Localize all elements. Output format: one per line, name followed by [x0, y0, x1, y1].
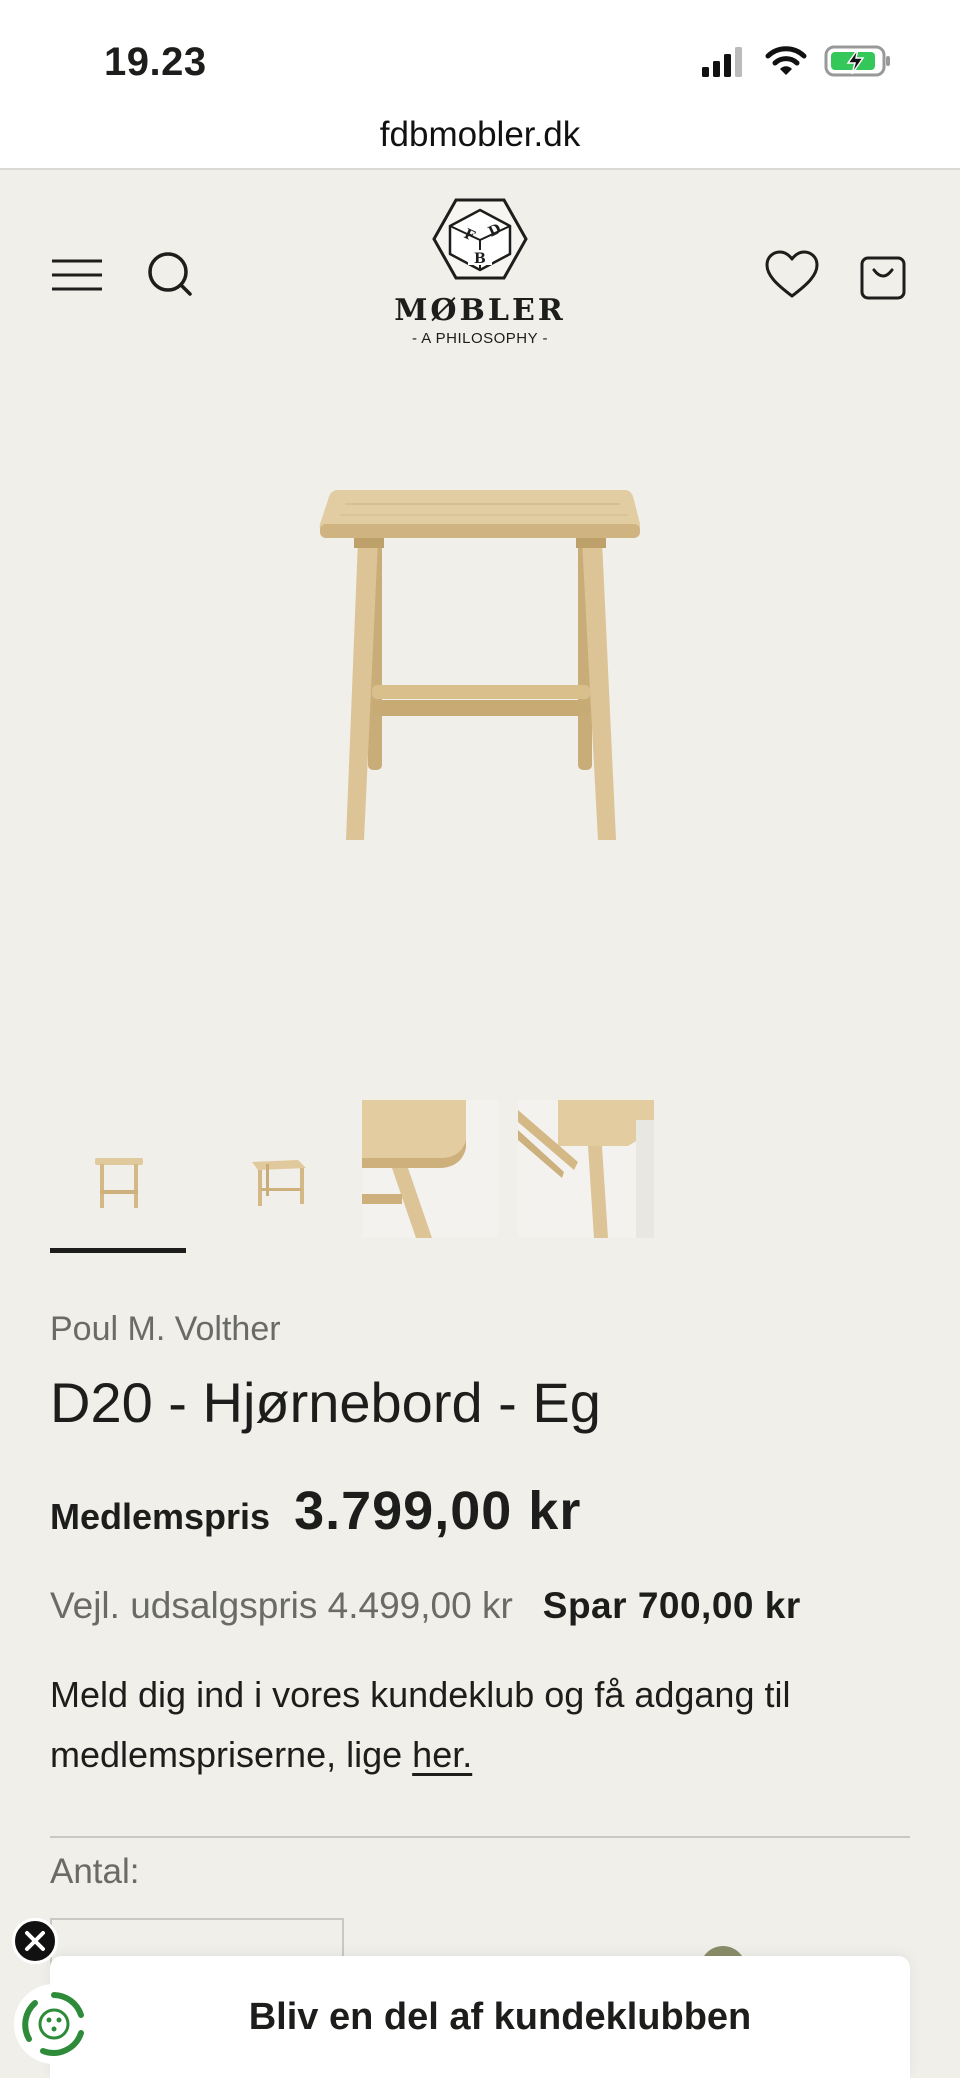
shopping-bag-icon[interactable]: [858, 248, 908, 302]
member-price-value: 3.799,00 kr: [294, 1481, 582, 1541]
thumbnail-corner-detail[interactable]: [362, 1100, 498, 1238]
member-price-label: Medlemspris: [50, 1496, 271, 1537]
product-designer[interactable]: Poul M. Volther: [50, 1310, 281, 1349]
logo-tagline: - A PHILOSOPHY -: [411, 330, 549, 347]
club-signup-link[interactable]: her.: [412, 1734, 472, 1775]
club-info-text: Meld dig ind i vores kundeklub og få adg…: [50, 1665, 890, 1785]
menu-icon[interactable]: [50, 248, 104, 302]
thumbnail-angle-view[interactable]: [206, 1100, 342, 1238]
quantity-label: Antal:: [50, 1852, 140, 1891]
member-price-row: Medlemspris 3.799,00 kr: [50, 1480, 581, 1542]
recommended-price: Vejl. udsalgspris 4.499,00 kr: [50, 1585, 513, 1626]
recommended-price-row: Vejl. udsalgspris 4.499,00 kr Spar 700,0…: [50, 1585, 801, 1627]
close-banner-button[interactable]: [12, 1918, 58, 1964]
battery-charging-icon: [824, 45, 890, 77]
cellular-signal-icon: [702, 47, 742, 77]
heart-icon[interactable]: [764, 248, 820, 302]
thumbnail-leg-detail[interactable]: [518, 1100, 654, 1238]
club-banner[interactable]: Bliv en del af kundeklubben: [50, 1956, 910, 2078]
close-icon: [25, 1931, 45, 1951]
fdb-cube-logo-icon: F D B: [432, 198, 528, 280]
logo-wordmark: MØBLER: [394, 293, 566, 328]
wifi-icon: [765, 46, 807, 75]
product-title: D20 - Hjørnebord - Eg: [50, 1371, 601, 1434]
status-bar: 19.23: [0, 0, 960, 110]
site-logo[interactable]: F D B MØBLER - A PHILOSOPHY -: [380, 196, 580, 347]
loyalty-widget-icon[interactable]: [14, 1984, 94, 2064]
club-banner-text: Bliv en del af kundeklubben: [248, 1995, 752, 2038]
active-thumbnail-indicator: [50, 1248, 186, 1253]
url-bar[interactable]: fdbmobler.dk: [0, 110, 960, 170]
thumbnail-front-view[interactable]: [50, 1100, 186, 1238]
savings-amount: Spar 700,00 kr: [542, 1585, 801, 1626]
svg-text:B: B: [474, 251, 486, 267]
status-time: 19.23: [104, 40, 207, 84]
product-hero-image[interactable]: [0, 400, 960, 1100]
thumbnail-gallery: [50, 1100, 654, 1238]
status-icons: [700, 44, 894, 78]
section-divider: [50, 1836, 910, 1838]
url-text: fdbmobler.dk: [379, 115, 581, 154]
search-icon[interactable]: [146, 248, 196, 302]
